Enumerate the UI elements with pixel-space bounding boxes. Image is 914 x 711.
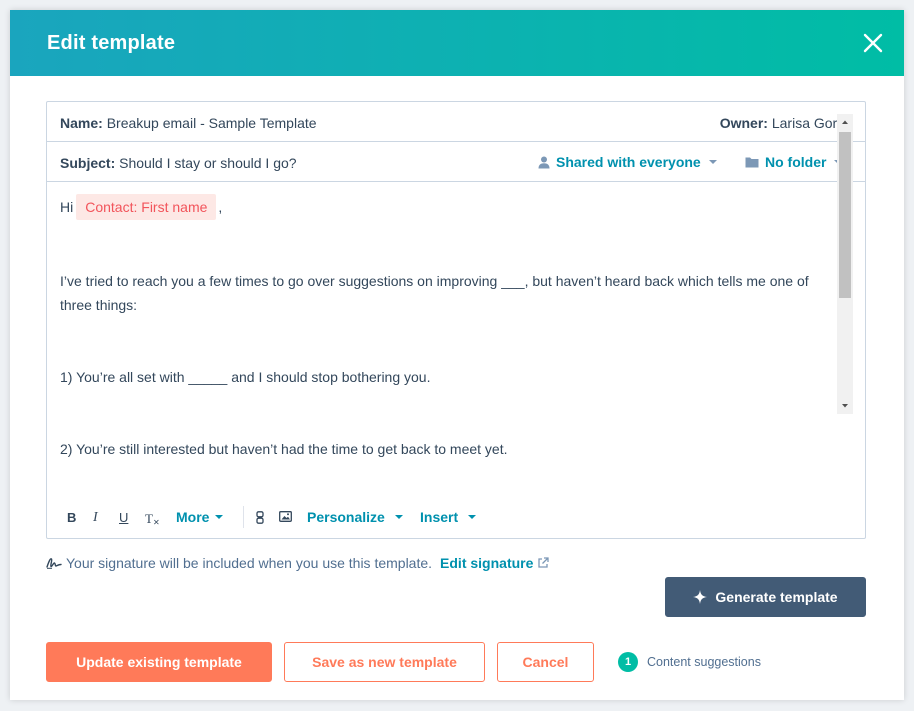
signature-text: Your signature will be included when you… [66,555,433,571]
edit-template-modal: Edit template Name: Breakup email - Samp… [10,10,904,700]
subject-value: Should I stay or should I go? [119,155,297,171]
folder-dropdown[interactable]: No folder [745,154,843,170]
body-list-item: 1) You’re all set with _____ and I shoul… [60,369,431,385]
suggestions-count-badge: 1 [618,652,638,672]
personalize-label: Personalize [307,509,385,525]
insert-dropdown[interactable]: Insert [420,509,477,525]
body-list-item: 2) You’re still interested but haven’t h… [60,441,508,457]
subject-label: Subject: [60,155,116,171]
personalize-dropdown[interactable]: Personalize [307,509,403,525]
formatting-toolbar: B I U T ✕ More Personalize Insert [47,498,865,538]
insert-label: Insert [420,509,459,525]
body-scrollbar[interactable] [837,114,853,414]
image-icon [279,511,292,522]
link-icon [256,511,264,524]
clear-format-icon: T [145,510,153,526]
email-body-editor[interactable]: Hi Contact: First name, I’ve tried to rea… [47,182,837,478]
external-link-icon [538,557,550,568]
generate-template-button[interactable]: Generate template [665,577,866,617]
more-dropdown[interactable]: More [176,509,224,525]
body-paragraph-line: three things: [60,297,138,313]
chevron-down-icon [394,515,403,519]
modal-header: Edit template [10,10,904,76]
suggestions-label: Content suggestions [647,655,761,669]
chevron-down-icon [468,515,477,519]
greeting-line: Hi Contact: First name, [60,194,222,220]
scroll-down-arrow-icon[interactable] [837,398,853,414]
chevron-down-icon [708,160,717,164]
template-editor: Name: Breakup email - Sample Template Ow… [46,101,866,539]
scroll-up-arrow-icon[interactable] [837,114,853,130]
sparkle-icon [693,590,708,604]
user-icon [538,156,550,168]
close-icon[interactable] [862,32,884,54]
generate-template-label: Generate template [715,589,838,605]
scrollbar-thumb[interactable] [839,132,851,298]
underline-button[interactable]: U [119,510,128,525]
bold-button[interactable]: B [67,510,76,525]
body-paragraph-line: I’ve tried to reach you a few times to g… [60,273,809,289]
modal-title: Edit template [47,32,176,54]
signature-notice: Your signature will be included when you… [46,555,550,571]
chevron-down-icon [215,515,224,519]
toolbar-divider [243,506,244,528]
content-suggestions[interactable]: 1 Content suggestions [618,652,761,672]
folder-icon [745,157,759,168]
owner-label: Owner: [719,115,768,131]
link-button[interactable] [256,511,264,524]
name-owner-row: Name: Breakup email - Sample Template Ow… [47,102,865,142]
personalization-token[interactable]: Contact: First name [76,194,217,220]
owner-field: Owner: Larisa Gorn [720,115,845,131]
sharing-label: Shared with everyone [556,154,701,170]
clear-format-x-icon: ✕ [152,518,160,527]
greeting-comma: , [218,199,223,215]
folder-label: No folder [765,154,827,170]
edit-signature-link[interactable]: Edit signature [440,555,550,571]
sharing-dropdown[interactable]: Shared with everyone [538,154,717,170]
italic-button[interactable]: I [93,510,98,526]
update-template-button[interactable]: Update existing template [46,642,272,682]
template-name-field[interactable]: Name: Breakup email - Sample Template [60,115,317,131]
name-label: Name: [60,115,103,131]
edit-signature-label: Edit signature [440,555,534,571]
signature-icon [46,558,62,569]
name-value: Breakup email - Sample Template [106,115,317,131]
greeting-text: Hi [60,199,74,215]
owner-value: Larisa Gorn [771,115,845,131]
subject-row: Subject: Should I stay or should I go? S… [47,142,865,182]
clear-format-button[interactable]: T ✕ [145,510,160,528]
image-button[interactable] [279,511,292,522]
more-label: More [176,509,210,525]
subject-field[interactable]: Subject: Should I stay or should I go? [60,155,297,171]
save-new-template-button[interactable]: Save as new template [284,642,485,682]
cancel-button[interactable]: Cancel [497,642,594,682]
